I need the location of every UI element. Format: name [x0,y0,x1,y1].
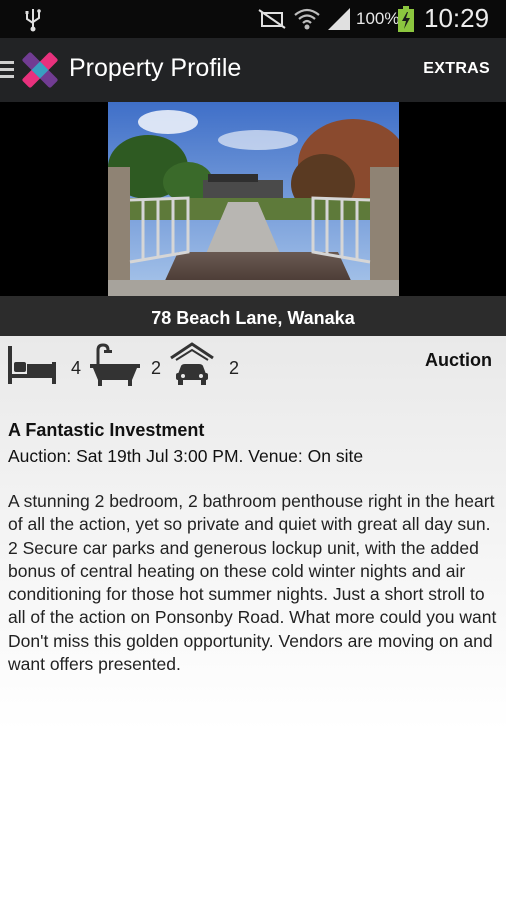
auction-info: Auction: Sat 19th Jul 3:00 PM. Venue: On… [8,446,364,466]
menu-icon[interactable] [0,58,14,82]
listing-headline: A Fantastic Investment [8,420,205,440]
sale-method: Auction [425,350,492,370]
photo-container [0,102,506,296]
app-logo[interactable] [19,49,61,91]
bathroom-count: 2 [151,358,162,378]
listing-description: A stunning 2 bedroom, 2 bathroom penthou… [8,491,497,675]
usb-icon [25,9,41,32]
property-address: 78 Beach Lane, Wanaka [0,296,506,336]
battery-percentage: 100% [356,9,400,28]
signal-icon [328,8,350,30]
wifi-icon [294,8,320,30]
property-photo[interactable] [108,102,399,296]
listing-details: 4 2 2 Auction A Fantastic Investment Auc… [0,336,506,900]
mute-icon [258,9,286,29]
battery-icon [398,6,414,32]
bedroom-count: 4 [71,358,82,378]
page-title: Property Profile [69,54,242,82]
action-bar: Property Profile EXTRAS [0,38,506,102]
garage-count: 2 [229,358,240,378]
bath-icon [90,343,140,386]
extras-button[interactable]: EXTRAS [423,60,490,78]
clock: 10:29 [424,3,490,33]
bed-icon [8,346,56,384]
garage-icon [170,342,214,385]
status-bar: 100% 10:29 [0,0,506,38]
